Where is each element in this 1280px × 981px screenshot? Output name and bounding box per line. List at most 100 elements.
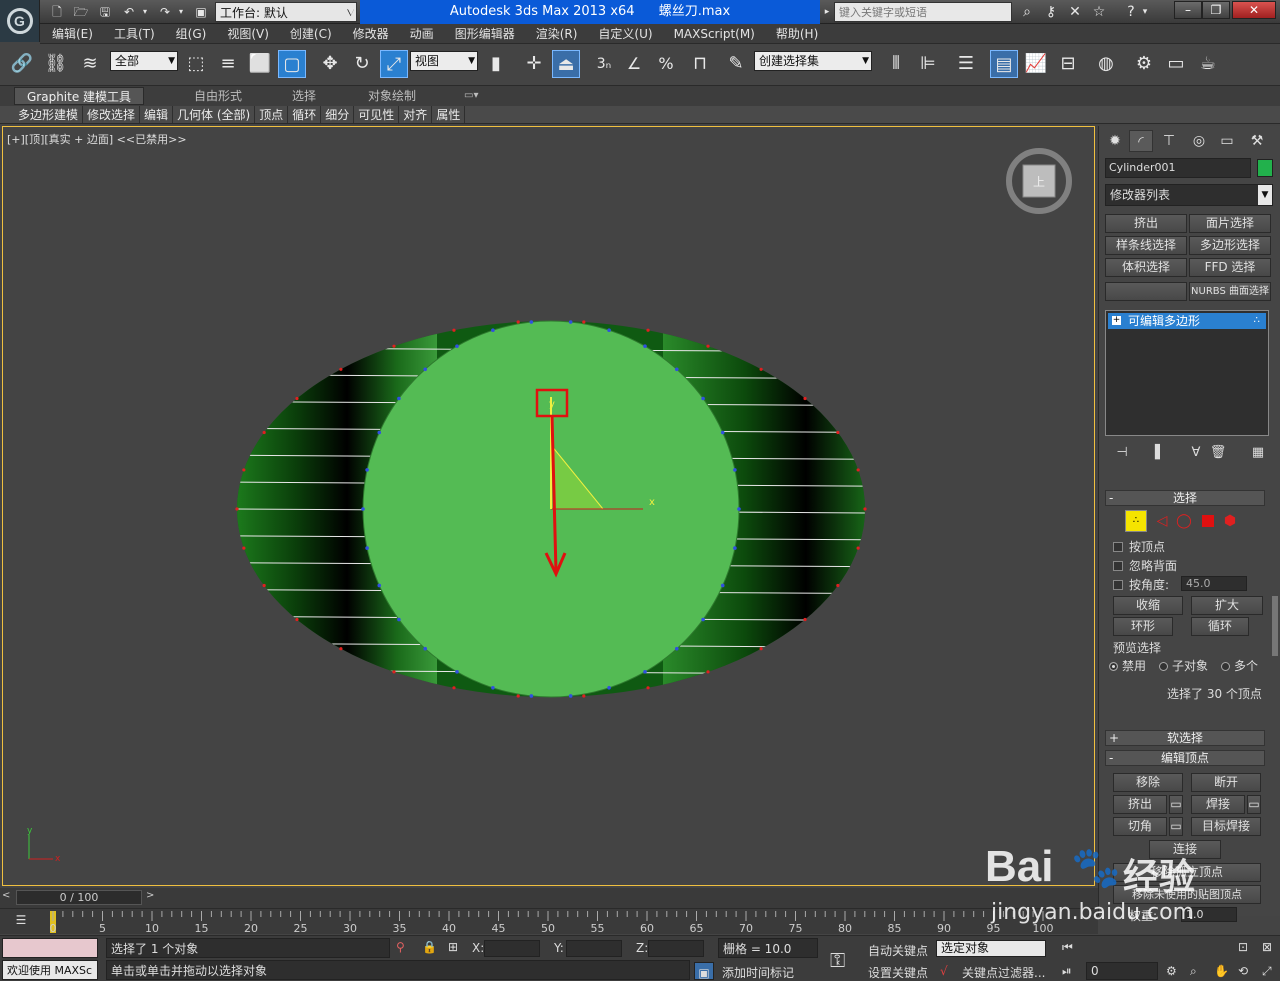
time-config-icon[interactable]: ⚙	[1166, 964, 1177, 978]
vertex-dot[interactable]	[759, 367, 763, 371]
vertex-dot[interactable]	[455, 670, 459, 674]
maxscript-welcome-text[interactable]: 欢迎使用 MAXSc	[2, 960, 98, 980]
add-time-tag-icon[interactable]: ▣	[694, 962, 714, 980]
mod-nurbs-select-button[interactable]: NURBS 曲面选择	[1189, 282, 1271, 301]
tab-object-paint[interactable]: 对象绘制	[368, 87, 416, 105]
menu-item-7[interactable]: 图形编辑器	[443, 24, 524, 43]
ribbon-panel-9[interactable]: 属性	[432, 106, 466, 123]
vertex-dot[interactable]	[643, 344, 647, 348]
angle-spinner-field[interactable]: 45.0	[1181, 576, 1247, 591]
modifier-list-dropdown[interactable]: 修改器列表 ▼	[1105, 184, 1273, 206]
maximize-viewport-icon[interactable]: ⤢	[1262, 964, 1272, 979]
ribbon-panel-0[interactable]: 多边形建模	[14, 106, 84, 123]
vertex-dot[interactable]	[836, 583, 840, 588]
menu-item-11[interactable]: 帮助(H)	[764, 24, 827, 43]
preview-subobject-radio[interactable]: 子对象	[1159, 657, 1208, 674]
undo-icon[interactable]: ↶	[120, 3, 138, 21]
snaps-toggle-icon[interactable]: 3ₙ	[590, 50, 618, 78]
layer-manager-icon[interactable]: ☰	[952, 50, 980, 78]
vertex-dot[interactable]	[582, 320, 586, 324]
mod-spline-select-button[interactable]: 样条线选择	[1105, 236, 1187, 255]
vertex-dot[interactable]	[423, 367, 428, 372]
vertex-dot[interactable]	[607, 328, 611, 333]
time-next-icon[interactable]: >	[146, 890, 154, 901]
vertex-dot[interactable]	[397, 617, 401, 622]
shrink-button[interactable]: 收缩	[1113, 596, 1183, 615]
vertex-dot[interactable]	[803, 396, 807, 401]
render-teapot-icon[interactable]: ☕	[1194, 50, 1222, 78]
selection-rollout-title[interactable]: - 选择	[1105, 490, 1265, 506]
edit-vertices-rollout-title[interactable]: - 编辑顶点	[1105, 750, 1265, 766]
redo-dropdown-icon[interactable]: ▾	[176, 3, 186, 21]
quick-access-dropdown-icon[interactable]: ▼	[345, 3, 357, 21]
orbit-icon[interactable]: ⟲	[1238, 964, 1248, 978]
hierarchy-panel-icon[interactable]: ⊤	[1157, 130, 1181, 152]
configure-sets-icon[interactable]: ▦	[1249, 444, 1267, 462]
tab-graphite-modeling[interactable]: Graphite 建模工具	[14, 87, 145, 105]
vertex-dot[interactable]	[733, 468, 737, 472]
by-vertex-checkbox[interactable]: 按顶点	[1113, 538, 1165, 555]
rendered-frame-icon[interactable]: ▭	[1162, 50, 1190, 78]
stack-item-editable-poly[interactable]: + 可编辑多边形 ∴	[1108, 313, 1266, 329]
manipulate-icon[interactable]: ✛	[520, 50, 548, 78]
object-color-swatch[interactable]	[1257, 159, 1273, 177]
chamfer-vertex-button[interactable]: 切角	[1113, 817, 1167, 836]
by-angle-checkbox[interactable]: 按角度:	[1113, 576, 1169, 593]
zoom-icon[interactable]: ⌕	[1190, 964, 1197, 979]
auto-key-button[interactable]: 自动关键点	[868, 942, 928, 959]
vertex-dot[interactable]	[863, 507, 867, 511]
preview-off-radio[interactable]: 禁用	[1109, 657, 1146, 674]
viewport-canvas[interactable]: x y 上 y x	[3, 127, 1095, 886]
ribbon-panel-3[interactable]: 几何体 (全部)	[173, 106, 256, 123]
viewcube[interactable]: 上	[1006, 148, 1072, 214]
ribbon-panel-6[interactable]: 细分	[321, 106, 355, 123]
vertex-dot[interactable]	[235, 507, 239, 511]
favorites-star-icon[interactable]: ☆	[1088, 2, 1110, 22]
preview-multi-radio[interactable]: 多个	[1221, 657, 1258, 674]
motion-panel-icon[interactable]: ◎	[1187, 130, 1211, 152]
vertex-dot[interactable]	[856, 546, 860, 550]
ribbon-panel-2[interactable]: 编辑	[140, 106, 174, 123]
vertex-dot[interactable]	[674, 367, 679, 372]
ribbon-panel-8[interactable]: 对齐	[399, 106, 433, 123]
track-bar[interactable]: ☰ 0 5 10 15 20 25 30 35 40 45 50 55 60 65 70 75 80 85 90 95…	[0, 908, 1098, 935]
vertex-dot[interactable]	[242, 546, 246, 550]
select-move-icon[interactable]: ✥	[316, 50, 344, 78]
menu-item-8[interactable]: 渲染(R)	[524, 24, 587, 43]
extrude-vertex-button[interactable]: 挤出	[1113, 795, 1167, 814]
mod-empty-button[interactable]	[1105, 282, 1187, 301]
extrude-settings-icon[interactable]: ▭	[1169, 795, 1183, 814]
tab-selection[interactable]: 选择	[292, 87, 316, 105]
vertex-dot[interactable]	[706, 344, 710, 348]
mod-poly-select-button[interactable]: 多边形选择	[1189, 236, 1271, 255]
graphite-toggle-icon[interactable]: ▤	[990, 50, 1018, 78]
vertex-dot[interactable]	[423, 646, 428, 651]
ribbon-panel-7[interactable]: 可见性	[354, 106, 400, 123]
edit-named-selection-icon[interactable]: ✎	[722, 50, 750, 78]
communication-center-icon[interactable]: ✕	[1064, 2, 1086, 22]
window-crossing-icon[interactable]: ▢	[278, 50, 306, 78]
vertex-dot[interactable]	[392, 344, 396, 348]
material-editor-icon[interactable]: ◍	[1092, 50, 1120, 78]
set-key-icon[interactable]: ⚿	[830, 948, 845, 972]
grow-button[interactable]: 扩大	[1191, 596, 1263, 615]
panel-scrollbar[interactable]	[1272, 596, 1278, 656]
menu-item-6[interactable]: 动画	[398, 24, 443, 43]
curve-editor-icon[interactable]: 📈	[1022, 50, 1050, 78]
vertex-dot[interactable]	[646, 328, 650, 332]
mod-extrude-button[interactable]: 挤出	[1105, 214, 1187, 233]
ribbon-panel-1[interactable]: 修改选择	[83, 106, 141, 123]
remove-vertex-button[interactable]: 移除	[1113, 773, 1183, 792]
vertex-dot[interactable]	[706, 670, 710, 674]
selection-lock-icon[interactable]: 🔒	[422, 940, 437, 954]
remove-unused-map-verts-button[interactable]: 移除未使用的贴图顶点	[1113, 885, 1261, 904]
vertex-dot[interactable]	[737, 507, 741, 511]
vertex-dot[interactable]	[759, 647, 763, 651]
weight-spinner-field[interactable]: 1.0	[1181, 907, 1237, 922]
target-weld-button[interactable]: 目标焊接	[1191, 817, 1261, 836]
minimize-button[interactable]: –	[1174, 1, 1202, 19]
vertex-dot[interactable]	[836, 430, 840, 435]
close-button[interactable]: ✕	[1232, 1, 1276, 19]
info-center-arrow-icon[interactable]: ▸	[822, 3, 832, 21]
vertex-dot[interactable]	[733, 546, 737, 550]
